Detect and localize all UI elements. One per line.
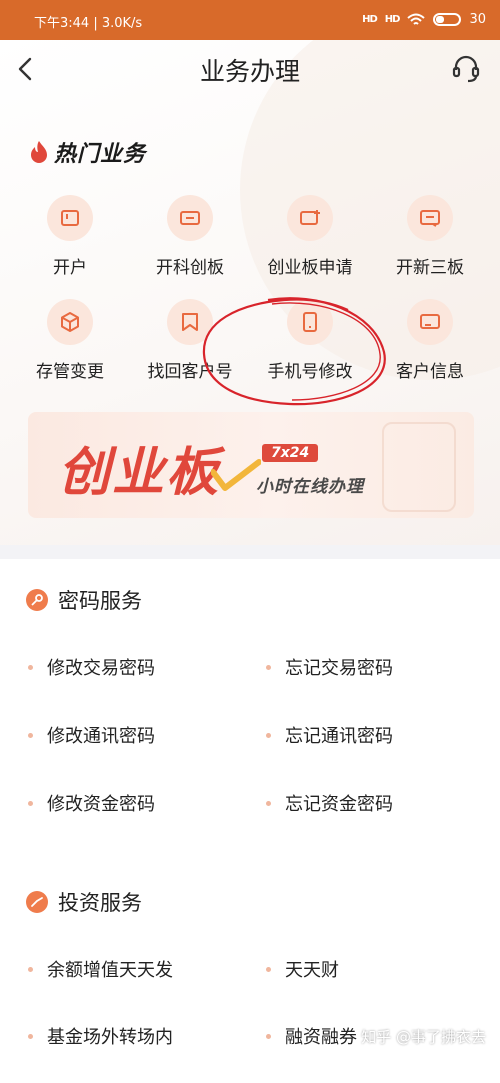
trend-icon	[26, 891, 48, 913]
bullet	[266, 1033, 271, 1039]
password-services-heading: 密码服务	[26, 585, 142, 615]
transfer-icon	[420, 210, 440, 227]
signal-icon: HD	[362, 14, 378, 25]
page-title: 业务办理	[199, 57, 300, 86]
banner-decoration	[382, 422, 456, 512]
item-label: 基金场外转场内	[47, 1027, 173, 1048]
chinext-banner[interactable]: 创业板 7x24 小时在线办理	[28, 412, 474, 518]
battery-icon	[433, 13, 462, 26]
item-forgot-trade-password[interactable]: 忘记交易密码	[266, 654, 393, 680]
item-label: 修改资金密码	[47, 794, 155, 815]
hot-services-heading: 热门业务	[28, 136, 146, 168]
customer-service-icon[interactable]	[450, 53, 482, 85]
item-label: 天天财	[285, 960, 339, 981]
apply-icon	[300, 210, 320, 225]
box-icon	[61, 312, 79, 332]
bullet	[28, 732, 33, 738]
grid-row: 开户 开科创板 创业板申请 开新三板	[10, 195, 490, 299]
item-label: 忘记资金密码	[285, 794, 393, 815]
board-icon	[180, 211, 200, 225]
key-icon	[26, 589, 48, 611]
service-label: 开科创板	[156, 258, 224, 278]
banner-title: 创业板	[58, 443, 221, 503]
status-time-speed: 下午3:44 | 3.0K/s	[34, 16, 143, 31]
card-icon	[61, 210, 79, 226]
bullet	[266, 966, 271, 972]
bullet	[266, 664, 271, 670]
flame-icon	[31, 141, 47, 163]
item-fund-transfer[interactable]: 基金场外转场内	[28, 1023, 173, 1049]
bullet	[28, 966, 33, 972]
investment-services-title: 投资服务	[58, 891, 142, 915]
item-forgot-comm-password[interactable]: 忘记通讯密码	[266, 722, 393, 748]
bullet	[266, 800, 271, 806]
section-divider	[0, 545, 500, 559]
banner-badge: 7x24	[262, 444, 319, 462]
service-label: 创业板申请	[267, 258, 353, 278]
battery-level: 30	[469, 12, 486, 27]
service-label: 开新三板	[396, 258, 464, 278]
item-balance-growth[interactable]: 余额增值天天发	[28, 956, 173, 982]
service-chinext-apply[interactable]: 创业板申请	[250, 195, 370, 278]
bullet	[28, 664, 33, 670]
service-custody-change[interactable]: 存管变更	[10, 299, 130, 382]
item-label: 修改通讯密码	[47, 726, 155, 747]
item-label: 融资融券	[285, 1027, 357, 1048]
item-label: 修改交易密码	[47, 658, 155, 679]
signal-icon-2: HD	[384, 14, 401, 25]
item-change-fund-password[interactable]: 修改资金密码	[28, 790, 155, 816]
item-forgot-fund-password[interactable]: 忘记资金密码	[266, 790, 393, 816]
profile-icon	[420, 314, 440, 329]
item-change-trade-password[interactable]: 修改交易密码	[28, 654, 155, 680]
hot-services-area: 业务办理 热门业务 开户 开科创板 创业板申请 开新三板 存管变更 找回客户号 …	[0, 40, 500, 545]
investment-services-heading: 投资服务	[26, 887, 142, 917]
service-neeq[interactable]: 开新三板	[370, 195, 490, 278]
item-label: 忘记通讯密码	[285, 726, 393, 747]
banner-subtitle: 小时在线办理	[256, 477, 364, 497]
item-margin-trading[interactable]: 融资融券	[266, 1023, 357, 1049]
bullet	[266, 732, 271, 738]
service-star-market[interactable]: 开科创板	[130, 195, 250, 278]
item-label: 余额增值天天发	[47, 960, 173, 981]
item-tiantiancai[interactable]: 天天财	[266, 956, 339, 982]
service-label: 开户	[53, 258, 87, 278]
item-change-comm-password[interactable]: 修改通讯密码	[28, 722, 155, 748]
item-label: 忘记交易密码	[285, 658, 393, 679]
nav-bar: 业务办理	[0, 40, 500, 98]
service-open-account[interactable]: 开户	[10, 195, 130, 278]
wifi-icon	[407, 13, 426, 25]
bullet	[28, 800, 33, 806]
hot-services-title: 热门业务	[54, 142, 147, 167]
watermark: 知乎 @事了拂衣去	[361, 1028, 486, 1046]
bullet	[28, 1033, 33, 1039]
service-label: 存管变更	[36, 362, 104, 382]
status-bar: 下午3:44 | 3.0K/s HD HD 30	[0, 0, 500, 40]
password-services-title: 密码服务	[58, 589, 142, 613]
annotation-circle	[202, 297, 386, 406]
checkmark-icon	[211, 459, 261, 491]
